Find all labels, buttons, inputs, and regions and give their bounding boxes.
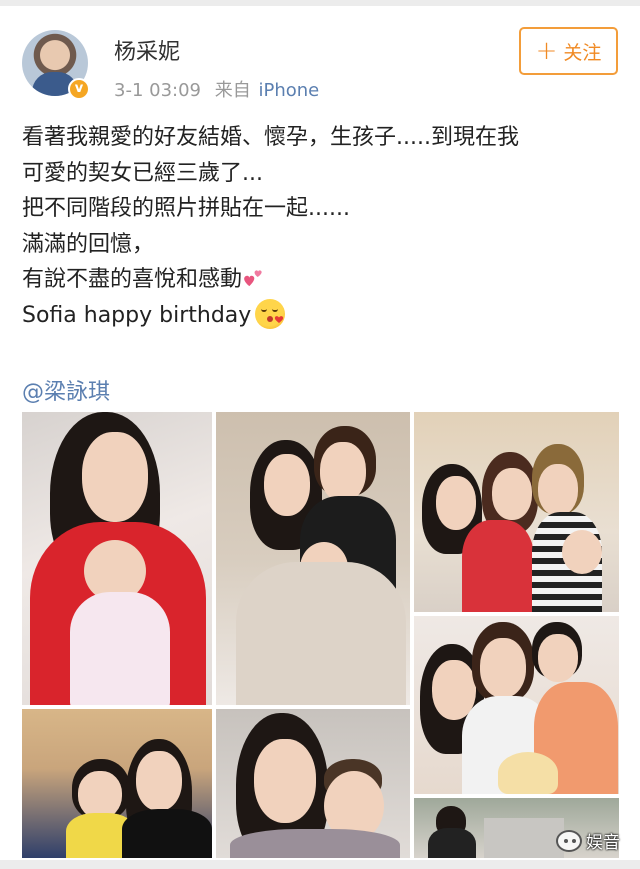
photo-baby-clothes	[70, 592, 170, 705]
post-text-line-with-emoji: Sofia happy birthday	[22, 298, 622, 334]
photo-child-face	[78, 771, 122, 819]
photo-figure-face	[480, 638, 526, 698]
photo-figure-face	[136, 751, 182, 811]
post-text-line: 可愛的契女已經三歲了...	[22, 160, 263, 186]
post-text-line-with-emoji: 有說不盡的喜悅和感動	[22, 262, 622, 298]
post-text-line: 看著我親愛的好友結婚、懷孕，生孩子.....到現在我	[22, 125, 519, 150]
photo-figure-shirt	[122, 809, 212, 858]
post-text-line: 把不同階段的照片拼貼在一起......	[22, 196, 350, 221]
photo-figure-face	[264, 454, 310, 516]
post-source-prefix: 来自	[214, 80, 251, 101]
wechat-icon	[556, 829, 582, 852]
plus-icon: +	[535, 36, 558, 66]
follow-label: 关注	[563, 41, 602, 64]
photo-figure-face	[254, 739, 316, 823]
post-text: 看著我親愛的好友結婚、懷孕，生孩子.....到現在我 可愛的契女已經三歲了...…	[22, 120, 622, 333]
collage-photo[interactable]	[414, 616, 619, 794]
collage-photo[interactable]	[414, 412, 619, 612]
photo-figure-pants	[236, 562, 406, 705]
post-text-line: 有說不盡的喜悅和感動	[22, 267, 243, 292]
collage-photo[interactable]	[216, 709, 410, 858]
two-hearts-icon	[244, 270, 262, 287]
photo-child-face	[562, 530, 602, 574]
photo-figure-face	[320, 442, 366, 502]
collage-photo[interactable]	[22, 412, 212, 705]
photo-path	[484, 818, 564, 858]
emoji-lips	[267, 315, 274, 322]
follow-button[interactable]: + 关注	[519, 27, 618, 75]
emoji-heart-icon	[275, 315, 284, 323]
post-device[interactable]: iPhone	[258, 80, 319, 101]
photo-figure-shirt	[428, 828, 476, 858]
post-text-line: Sofia happy birthday	[22, 302, 252, 328]
emoji-eye	[261, 309, 268, 312]
photo-figure-face	[82, 432, 148, 522]
mention-link[interactable]: @梁詠琪	[22, 374, 110, 406]
collage-photo[interactable]	[22, 709, 212, 858]
photo-child-face	[538, 634, 578, 682]
top-divider	[0, 0, 640, 6]
face-blowing-kiss-icon	[255, 298, 286, 329]
watermark: 娱音	[556, 828, 620, 853]
post-text-line: 滿滿的回憶，	[22, 231, 155, 257]
bottom-divider	[0, 860, 640, 869]
collage-photo[interactable]	[216, 412, 410, 705]
photo-collage	[22, 412, 619, 858]
post-timestamp: 3-1 03:09	[114, 80, 201, 101]
photo-figure-shirt	[462, 520, 534, 612]
photo-figure-shirt	[230, 829, 400, 858]
post-meta: 3-1 03:09 来自 iPhone	[114, 76, 319, 102]
emoji-eye	[272, 309, 279, 312]
photo-cake	[498, 752, 558, 794]
photo-figure-face	[436, 476, 476, 530]
photo-figure-face	[538, 464, 578, 516]
verified-badge-icon: v	[68, 78, 90, 100]
user-name[interactable]: 杨采妮	[114, 34, 180, 66]
watermark-text: 娱音	[586, 833, 620, 853]
photo-figure-face	[492, 468, 532, 520]
